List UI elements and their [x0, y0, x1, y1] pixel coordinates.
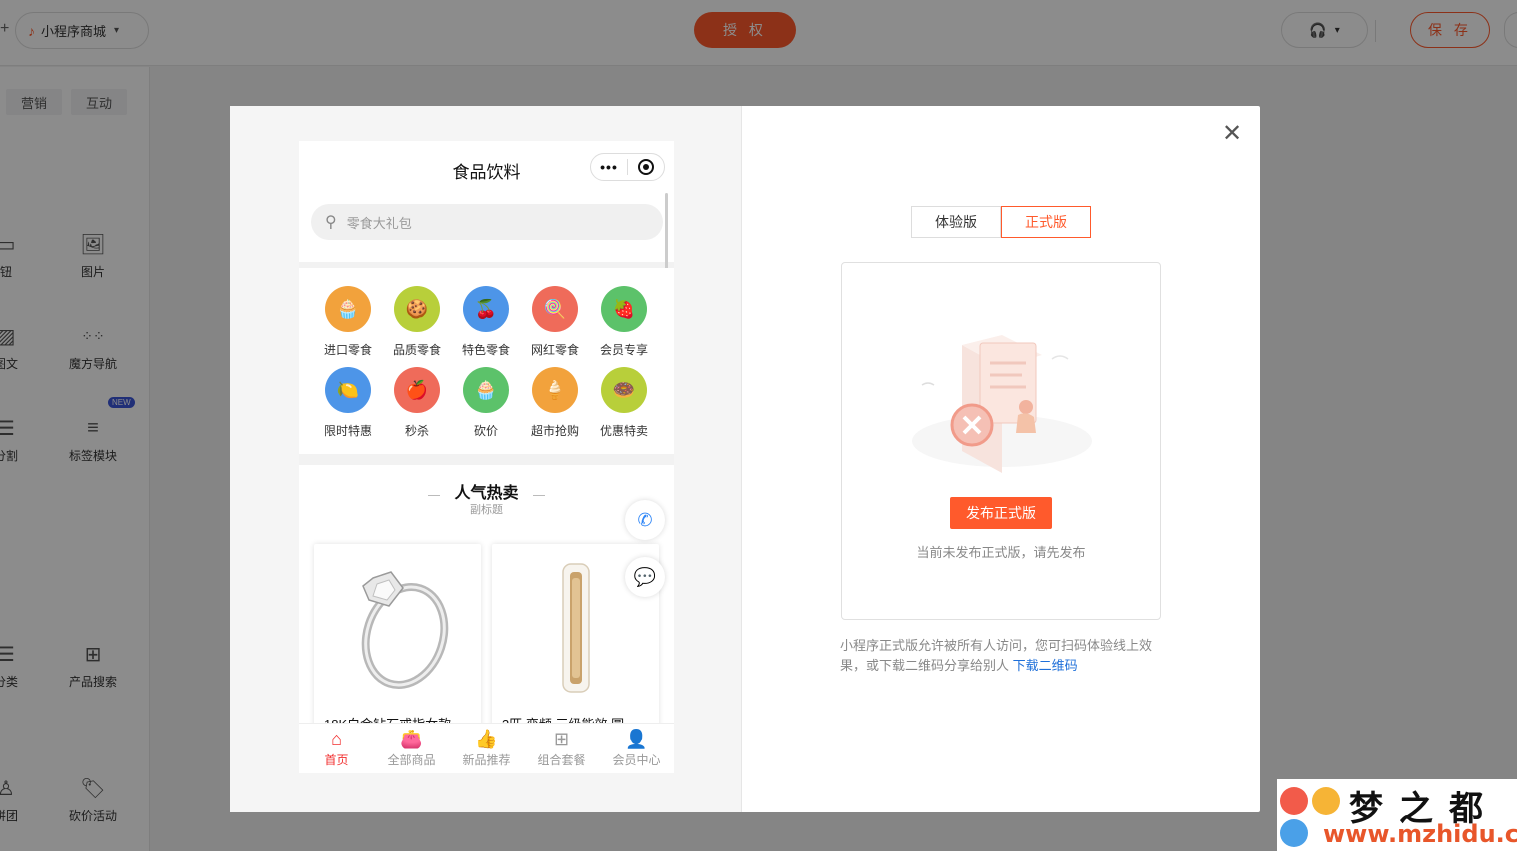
nav-item-bargain[interactable]: 🧁 砍价: [451, 367, 521, 439]
nav-item-label: 会员专享: [599, 343, 648, 357]
phone-icon: ✆: [637, 509, 653, 530]
nav-item-discount-sale[interactable]: 🍩 优惠特卖: [589, 367, 659, 439]
close-icon[interactable]: ✕: [1220, 122, 1244, 146]
tab-label: 全部商品: [387, 753, 436, 767]
site-watermark: 梦之都 www.mzhidu.com: [1277, 779, 1517, 851]
combo-grid-icon: ⊞: [553, 729, 570, 749]
tab-all-products[interactable]: 👛 全部商品: [374, 724, 449, 773]
empty-state-illustration: [912, 335, 1092, 473]
cherry-icon: 🍒: [463, 286, 509, 332]
close-target-icon[interactable]: [628, 159, 664, 175]
nav-item-label: 优惠特卖: [599, 424, 648, 438]
wallet-icon: 👛: [400, 729, 423, 749]
nav-item-label: 特色零食: [461, 343, 510, 357]
tab-label: 首页: [324, 753, 349, 767]
nav-item-label: 秒杀: [404, 424, 429, 438]
nav-item-supermarket-rush[interactable]: 🍦 超市抢购: [520, 367, 590, 439]
more-dots-icon[interactable]: •••: [591, 159, 627, 175]
nav-item-flash-sale[interactable]: 🍎 秒杀: [382, 367, 452, 439]
tab-release-version[interactable]: 正式版: [1001, 206, 1091, 238]
thumbs-up-icon: 👍: [475, 729, 498, 749]
nav-item-label: 品质零食: [392, 343, 441, 357]
nav-item-special-snacks[interactable]: 🍒 特色零食: [451, 286, 521, 358]
nav-item-label: 限时特惠: [323, 424, 372, 438]
wechat-icon: 💬: [633, 566, 657, 587]
nav-item-label: 网红零食: [530, 343, 579, 357]
strawberry-icon: 🍓: [601, 286, 647, 332]
phone-preview-panel: 食品饮料 ••• ⚲ 零食大礼包 🧁 进口零食 🍪 品质零食 🍒 特色零食 🍭 …: [230, 106, 742, 812]
miniprogram-capsule[interactable]: •••: [590, 153, 665, 181]
red-face-icon: [1280, 787, 1308, 815]
lemon-icon: 🍋: [325, 367, 371, 413]
lollipop-icon: 🍭: [532, 286, 578, 332]
blue-face-icon: [1280, 819, 1308, 847]
product-image-ring: [314, 544, 481, 712]
cookie-icon: 🍪: [394, 286, 440, 332]
tab-label: 会员中心: [612, 753, 661, 767]
phone-preview: 食品饮料 ••• ⚲ 零食大礼包 🧁 进口零食 🍪 品质零食 🍒 特色零食 🍭 …: [299, 141, 674, 773]
nav-item-label: 砍价: [473, 424, 498, 438]
yellow-face-icon: [1312, 787, 1340, 815]
nav-item-label: 超市抢购: [530, 424, 579, 438]
apple-icon: 🍎: [394, 367, 440, 413]
tab-member-center[interactable]: 👤 会员中心: [599, 724, 674, 773]
qr-code-box: [841, 262, 1161, 620]
cupcake-icon: 🧁: [463, 367, 509, 413]
tab-label: 组合套餐: [537, 753, 586, 767]
nav-item-member-exclusive[interactable]: 🍓 会员专享: [589, 286, 659, 358]
nav-item-trending-snacks[interactable]: 🍭 网红零食: [520, 286, 590, 358]
version-tabs: 体验版 正式版: [911, 206, 1091, 238]
phone-tabbar: ⌂ 首页 👛 全部商品 👍 新品推荐 ⊞ 组合套餐 👤 会员中心: [299, 723, 674, 773]
donut-icon: 🍩: [601, 367, 647, 413]
tab-trial-version[interactable]: 体验版: [911, 206, 1001, 238]
search-input[interactable]: ⚲ 零食大礼包: [311, 204, 663, 240]
section-subtitle: 副标题: [470, 504, 503, 516]
product-card[interactable]: 18K白金钻石戒指女款: [314, 544, 481, 744]
description-text: 小程序正式版允许被所有人访问，您可扫码体验线上效果，或下载二维码分享给别人: [840, 638, 1153, 673]
user-icon: 👤: [625, 729, 648, 749]
home-icon: ⌂: [331, 729, 342, 749]
tab-combo[interactable]: ⊞ 组合套餐: [524, 724, 599, 773]
phone-call-button[interactable]: ✆: [625, 500, 665, 540]
publish-modal: 食品饮料 ••• ⚲ 零食大礼包 🧁 进口零食 🍪 品质零食 🍒 特色零食 🍭 …: [230, 106, 1260, 812]
tab-new-recommend[interactable]: 👍 新品推荐: [449, 724, 524, 773]
empty-state-tip: 当前未发布正式版，请先发布: [916, 545, 1086, 560]
search-placeholder: 零食大礼包: [346, 215, 412, 231]
cake-icon: 🧁: [325, 286, 371, 332]
nav-item-quality-snacks[interactable]: 🍪 品质零食: [382, 286, 452, 358]
tab-label: 新品推荐: [462, 753, 511, 767]
icecream-icon: 🍦: [532, 367, 578, 413]
publish-release-button[interactable]: 发布正式版: [950, 497, 1052, 529]
section-title: 人气热卖: [454, 485, 519, 502]
wechat-button[interactable]: 💬: [625, 557, 665, 597]
phone-header: 食品饮料 ••• ⚲ 零食大礼包: [299, 141, 674, 262]
nav-item-label: 进口零食: [323, 343, 372, 357]
release-description: 小程序正式版允许被所有人访问，您可扫码体验线上效果，或下载二维码分享给别人 下载…: [840, 636, 1165, 676]
watermark-url: www.mzhidu.com: [1323, 820, 1517, 848]
search-icon: ⚲: [325, 214, 337, 231]
download-qr-link[interactable]: 下载二维码: [1013, 658, 1078, 673]
title-decoration-right: [533, 495, 545, 496]
nav-item-limited-offer[interactable]: 🍋 限时特惠: [313, 367, 383, 439]
category-nav: 🧁 进口零食 🍪 品质零食 🍒 特色零食 🍭 网红零食 🍓 会员专享 🍋 限时特…: [299, 268, 674, 454]
nav-item-imported-snacks[interactable]: 🧁 进口零食: [313, 286, 383, 358]
tab-home[interactable]: ⌂ 首页: [299, 724, 374, 773]
